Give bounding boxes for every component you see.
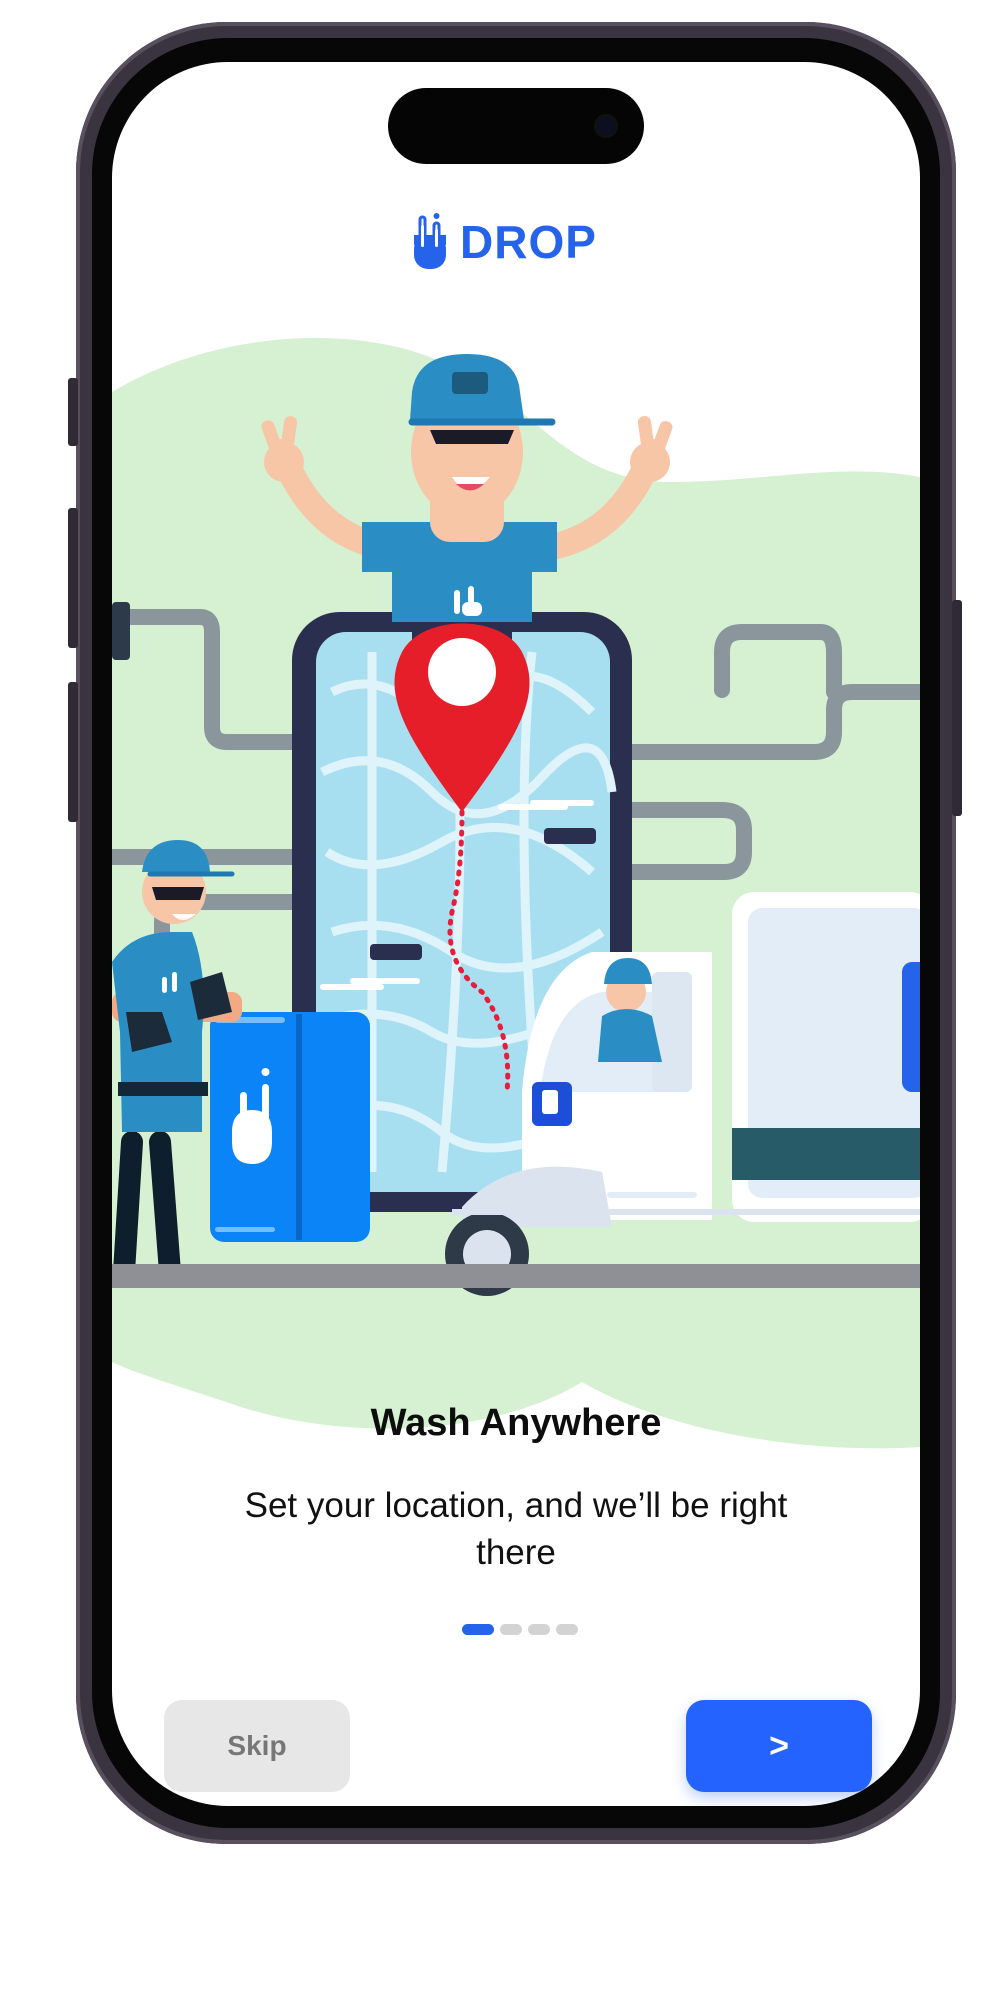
page-dot-1[interactable] <box>462 1624 494 1635</box>
next-button[interactable]: > <box>686 1700 872 1792</box>
power-button <box>952 600 962 816</box>
onboarding-title: Wash Anywhere <box>370 1402 662 1444</box>
dynamic-island <box>388 88 644 164</box>
car-wash-delivery-illustration <box>112 338 920 1449</box>
brand-name: DROP <box>460 216 597 268</box>
drop-logo-icon <box>414 213 446 269</box>
page-dot-4[interactable] <box>556 1624 578 1635</box>
app-screen: DROP Wash Anywhere Set your location, an… <box>112 62 920 1806</box>
page-indicator <box>462 1624 578 1635</box>
volume-down-button <box>68 682 78 822</box>
camera-icon <box>594 114 618 138</box>
skip-button[interactable]: Skip <box>164 1700 350 1792</box>
page-dot-2[interactable] <box>500 1624 522 1635</box>
volume-up-button <box>68 508 78 648</box>
onboarding-subtitle: Set your location, and we’ll be right th… <box>244 1486 788 1572</box>
page-dot-3[interactable] <box>528 1624 550 1635</box>
brand-logo: DROP <box>412 202 632 282</box>
action-button <box>68 378 78 446</box>
